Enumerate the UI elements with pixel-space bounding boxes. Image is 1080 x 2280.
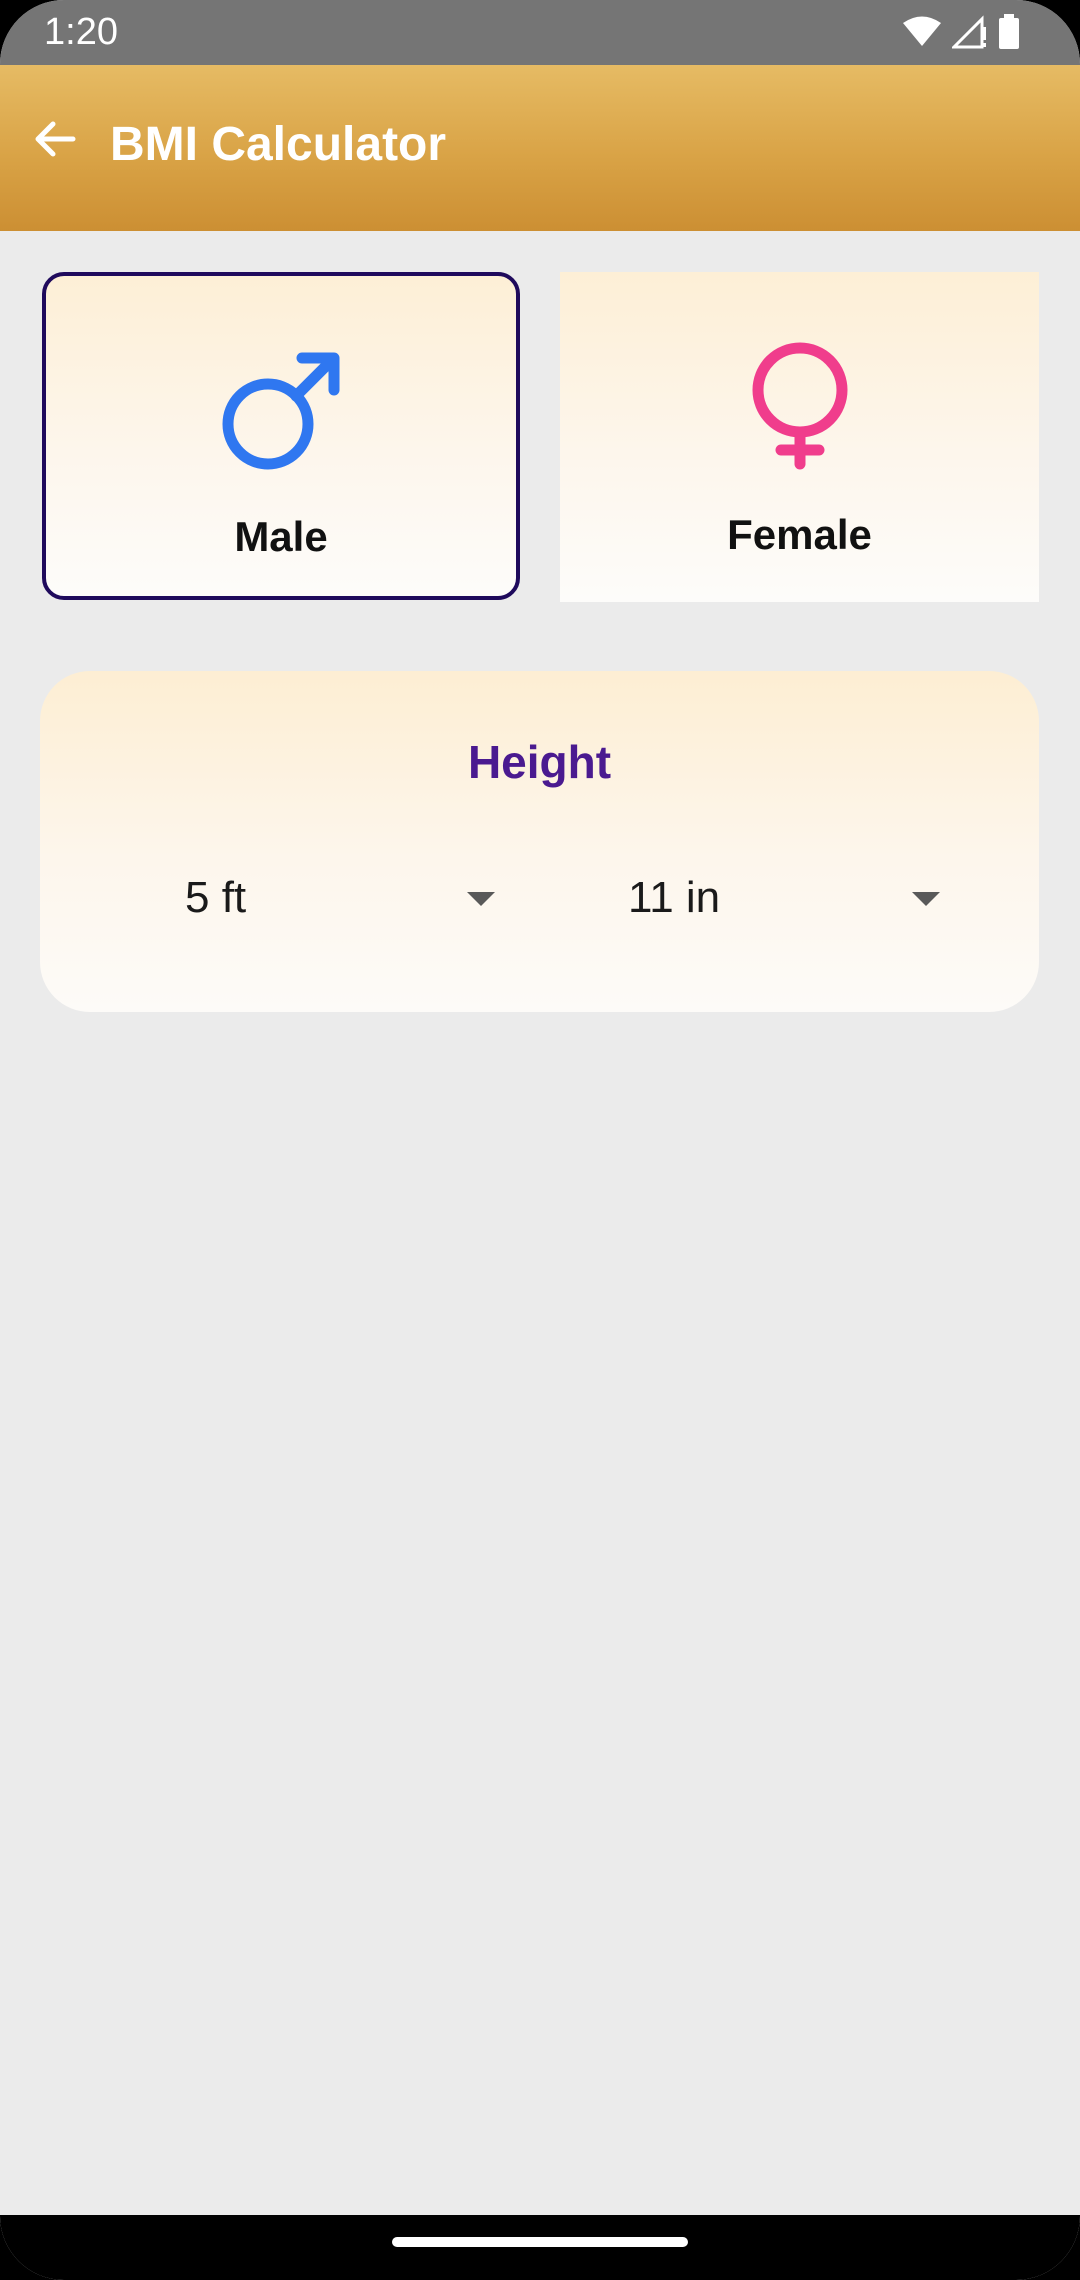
female-symbol-icon [735,340,865,470]
dropdown-arrow-icon [467,885,495,913]
feet-dropdown[interactable]: 5 ft [185,863,495,933]
app-bar: BMI Calculator [0,65,1080,231]
feet-value: 5 ft [185,873,247,922]
page-title: BMI Calculator [110,118,447,171]
status-bar: 1:20 [0,0,1080,65]
height-title: Height [467,736,612,788]
back-button[interactable] [22,108,88,174]
arrow-left-icon [33,119,77,164]
battery-icon [998,14,1020,50]
wifi-icon [902,16,942,48]
dropdown-arrow-icon [912,885,940,913]
status-time: 1:20 [44,11,118,53]
home-gesture-handle[interactable] [392,2237,688,2247]
male-label: Male [234,513,328,560]
status-icons [902,12,1020,52]
female-gender-card[interactable]: Female [560,272,1039,602]
inches-dropdown[interactable]: 11 in [628,863,940,933]
male-symbol-icon [216,346,346,476]
cellular-signal-icon [952,15,988,49]
female-label: Female [727,511,872,558]
male-gender-card[interactable]: Male [42,272,520,600]
inches-value: 11 in [628,873,721,922]
screen: 1:20 BMI Calculator Male Female Height 5… [0,0,1080,2280]
navigation-bar [0,2215,1080,2280]
height-card: Height 5 ft 11 in [40,671,1039,1012]
